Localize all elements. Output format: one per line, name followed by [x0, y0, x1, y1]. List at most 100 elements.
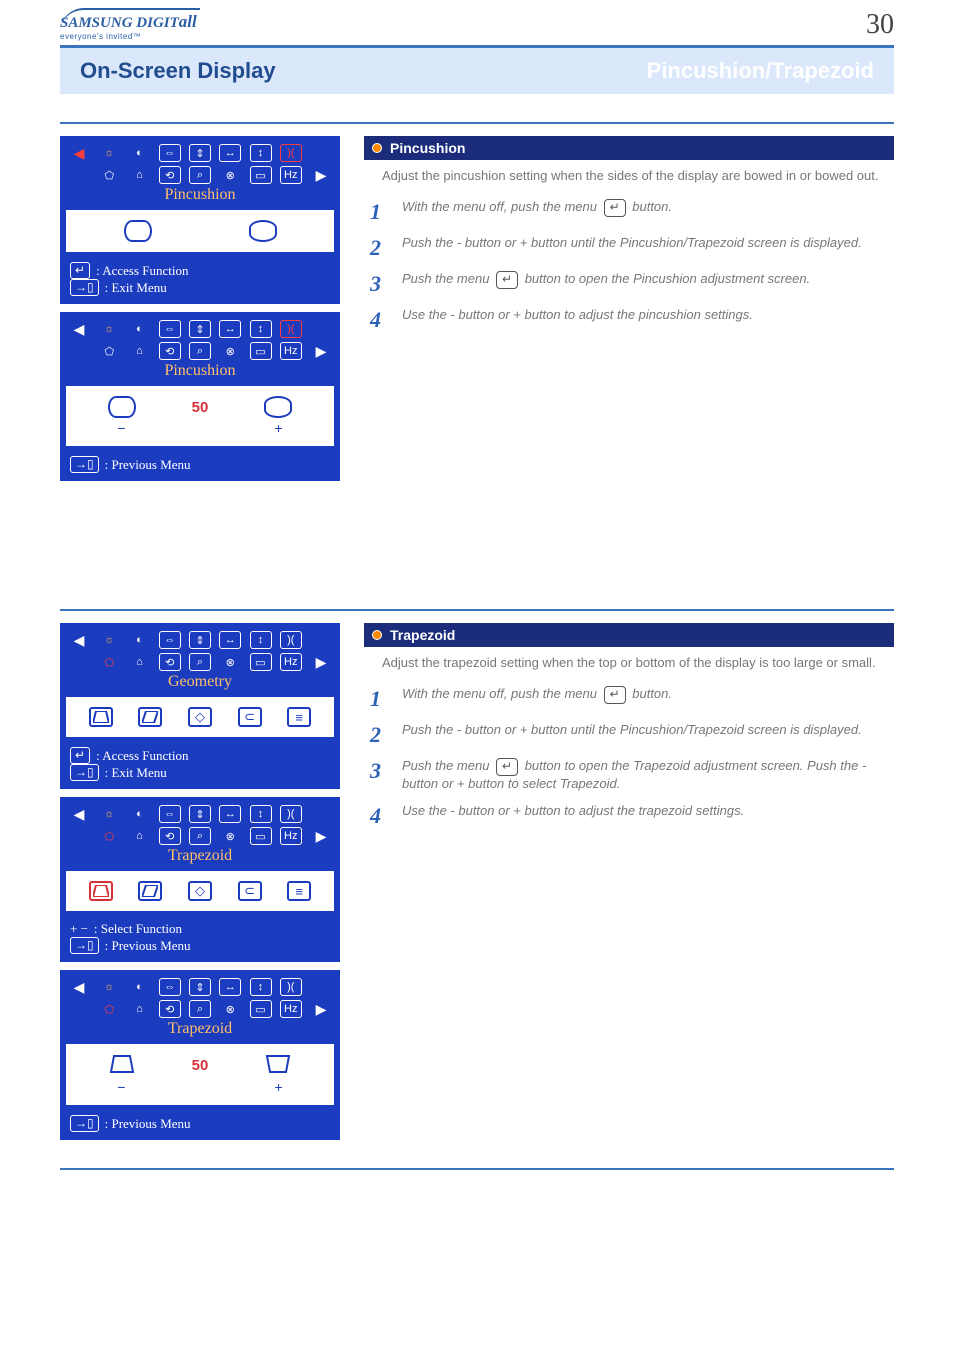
previous-menu-label: : Previous Menu — [105, 938, 191, 954]
degauss-icon: ⊗ — [219, 166, 241, 184]
previous-menu-label: : Previous Menu — [105, 457, 191, 473]
page-number: 30 — [866, 9, 894, 41]
color-icon: ⌂ — [129, 653, 151, 671]
step-3: 3 Push the menu ↵ button to open the Pin… — [370, 271, 894, 297]
arrow-right-icon: ▶ — [310, 653, 332, 671]
contrast-icon: ◐ — [129, 805, 151, 823]
osd-trapezoid-adjust: ◀ ☼ ◐ ⇔ ⇕ ↔ ↕ )( ▶ x ⬠ ⌂ ⟲ ⌕ ⊗ ▭ Hz ▶ Tr… — [60, 970, 340, 1140]
geometry-icon: ⬠ — [98, 342, 120, 360]
section-rule-2 — [60, 609, 894, 611]
recall-icon: ⟲ — [159, 653, 181, 671]
trapezoid-header: Trapezoid — [364, 623, 894, 647]
moire-icon: ▭ — [250, 342, 272, 360]
step-3: 3 Push the menu ↵ button to open the Tra… — [370, 758, 894, 793]
step-text: Push the - button or + button until the … — [402, 235, 894, 252]
hpos-icon: ⇔ — [159, 978, 181, 996]
hsize-icon: ↔ — [219, 144, 241, 162]
trapezoid-desc: Adjust the trapezoid setting when the to… — [382, 655, 890, 672]
hsize-icon: ↔ — [219, 805, 241, 823]
exit-menu-label: : Exit Menu — [105, 280, 167, 296]
arrow-right-icon: ▶ — [310, 827, 332, 845]
degauss-icon: ⊗ — [219, 342, 241, 360]
step-number: 4 — [370, 803, 388, 829]
logo-tagline: everyone's invited™ — [60, 32, 200, 41]
trapezoid-title: Trapezoid — [390, 627, 455, 643]
vsize-icon: ↕ — [250, 144, 272, 162]
moire-icon: ▭ — [250, 653, 272, 671]
trapezoid-row: ◀ ☼ ◐ ⇔ ⇕ ↔ ↕ )( ▶ x ⬠ ⌂ ⟲ ⌕ ⊗ ▭ Hz ▶ Ge… — [60, 623, 894, 1148]
geometry-icon: ⬠ — [98, 1000, 120, 1018]
arrow-left-icon: ◀ — [68, 805, 90, 823]
display-timing-icon: Hz — [280, 1000, 302, 1018]
step-4: 4 Use the - button or + button to adjust… — [370, 307, 894, 333]
color-icon: ⌂ — [129, 166, 151, 184]
zoom-icon: ⌕ — [189, 166, 211, 184]
trapezoid-icon — [89, 881, 113, 901]
step-2: 2 Push the - button or + button until th… — [370, 235, 894, 261]
step-text: button to open the Pincushion adjustment… — [525, 271, 810, 286]
recall-icon: ⟲ — [159, 166, 181, 184]
arrow-left-icon: ◀ — [68, 320, 90, 338]
exit-key-icon: →▯ — [70, 456, 99, 473]
hpos-icon: ⇔ — [159, 320, 181, 338]
linearity-icon: ≡ — [287, 707, 311, 727]
pincushion-in-icon — [124, 220, 152, 242]
hsize-icon: ↔ — [219, 320, 241, 338]
select-function-label: : Select Function — [94, 921, 182, 937]
step-4: 4 Use the - button or + button to adjust… — [370, 803, 894, 829]
hpos-icon: ⇔ — [159, 805, 181, 823]
vpos-icon: ⇕ — [189, 320, 211, 338]
step-text: button. — [632, 686, 672, 701]
pincushion-header: Pincushion — [364, 136, 894, 160]
trapezoid-icon — [89, 707, 113, 727]
osd-label: Pincushion — [60, 186, 340, 204]
vpos-icon: ⇕ — [189, 144, 211, 162]
step-text: button. — [632, 199, 672, 214]
osd-pincushion-adjust: ◀ ☼ ◐ ⇔ ⇕ ↔ ↕ )( ▶ x ⬠ ⌂ ⟲ ⌕ ⊗ ▭ Hz ▶ Pi… — [60, 312, 340, 481]
moire-icon: ▭ — [250, 827, 272, 845]
page-header: SAMSUNG DIGITall everyone's invited™ 30 — [0, 0, 954, 41]
step-text: Use the - button or + button to adjust t… — [402, 803, 894, 820]
zoom-icon: ⌕ — [189, 1000, 211, 1018]
vsize-icon: ↕ — [250, 805, 272, 823]
logo: SAMSUNG DIGITall everyone's invited™ — [60, 8, 200, 41]
access-function-label: : Access Function — [96, 263, 188, 279]
section-rule-1 — [60, 122, 894, 124]
contrast-icon: ◐ — [129, 320, 151, 338]
step-number: 4 — [370, 307, 388, 333]
geometry-icon: ⬠ — [98, 827, 120, 845]
footer-rule — [60, 1168, 894, 1170]
logo-brand: SAMSUNG DIGIT — [60, 15, 179, 31]
minus-label: − — [117, 420, 125, 436]
pincushion-out-icon — [249, 220, 277, 242]
step-number: 1 — [370, 199, 388, 225]
vsize-icon: ↕ — [250, 978, 272, 996]
moire-icon: ▭ — [250, 1000, 272, 1018]
access-function-label: : Access Function — [96, 748, 188, 764]
arrow-right-icon: ▶ — [310, 1000, 332, 1018]
pinbalance-icon: ⊂ — [238, 881, 262, 901]
arrow-left-icon: ◀ — [68, 144, 90, 162]
pincushion-row: ◀ ☼ ◐ ⇔ ⇕ ↔ ↕ )( ▶ x ⬠ ⌂ ⟲ ⌕ ⊗ ▭ Hz ▶ Pi… — [60, 136, 894, 489]
pincushion-icon: )( — [280, 320, 302, 338]
zoom-icon: ⌕ — [189, 827, 211, 845]
degauss-icon: ⊗ — [219, 827, 241, 845]
pincushion-icon: )( — [280, 144, 302, 162]
brightness-icon: ☼ — [98, 320, 120, 338]
display-timing-icon: Hz — [280, 827, 302, 845]
step-text: Push the menu — [402, 758, 489, 773]
exit-key-icon: →▯ — [70, 937, 99, 954]
geometry-icon: ⬠ — [98, 653, 120, 671]
degauss-icon: ⊗ — [219, 1000, 241, 1018]
exit-menu-label: : Exit Menu — [105, 765, 167, 781]
step-number: 3 — [370, 758, 388, 784]
rotation-icon: ◇ — [188, 881, 212, 901]
vpos-icon: ⇕ — [189, 631, 211, 649]
enter-key-icon: ↵ — [604, 686, 626, 704]
brightness-icon: ☼ — [98, 631, 120, 649]
pincushion-icon: )( — [280, 805, 302, 823]
degauss-icon: ⊗ — [219, 653, 241, 671]
exit-key-icon: →▯ — [70, 1115, 99, 1132]
title-left: On-Screen Display — [80, 58, 276, 84]
enter-key-icon: ↵ — [496, 758, 518, 776]
